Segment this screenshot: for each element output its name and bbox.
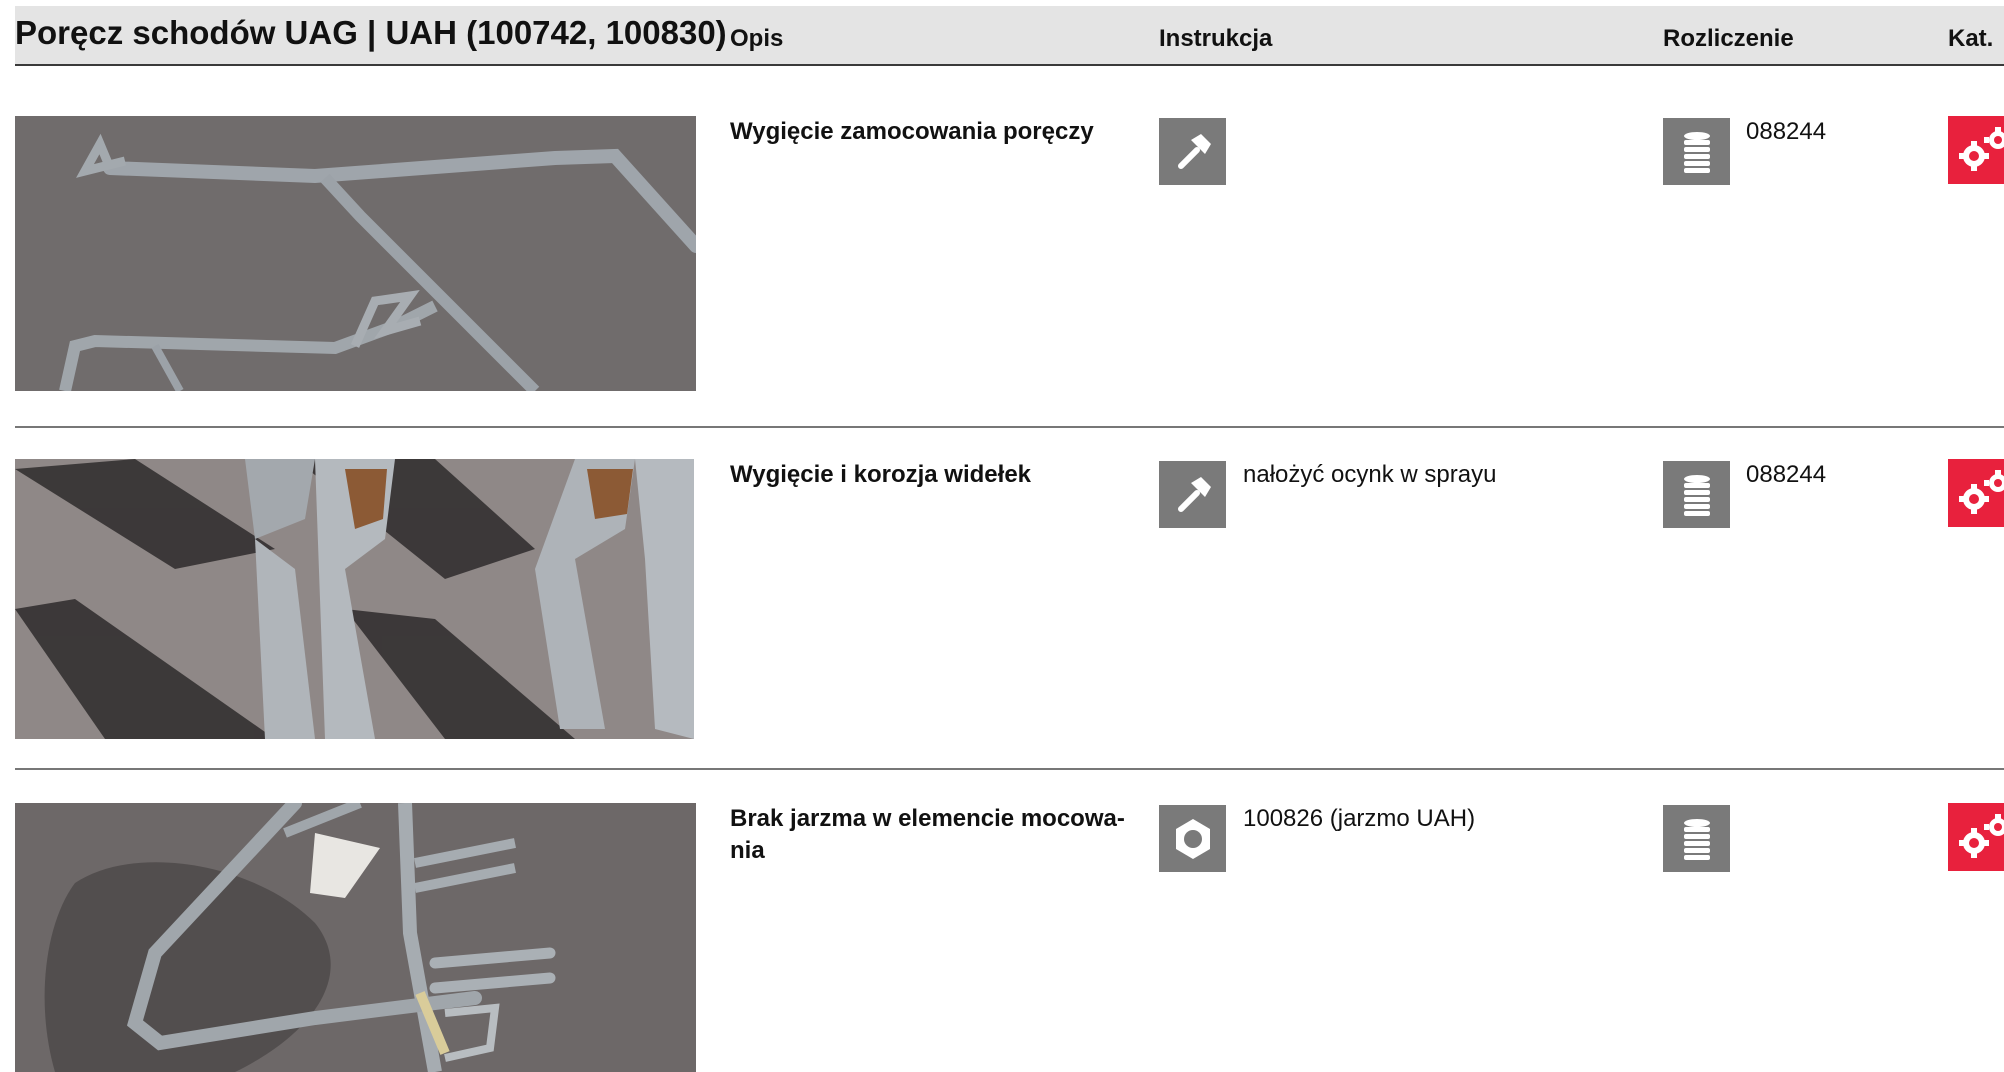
- row-description: Wygięcie i korozja widełek: [730, 461, 1032, 488]
- instruction-text: nałożyć ocynk w sprayu: [1243, 461, 1497, 488]
- column-header-opis: Opis: [730, 25, 784, 52]
- billing-text: 088244: [1746, 118, 1827, 145]
- column-header-instrukcja: Instrukcja: [1159, 25, 1273, 52]
- hex-nut-icon: [1175, 818, 1210, 859]
- billing-icon-box[interactable]: [1663, 118, 1730, 185]
- billing-icon-box[interactable]: [1663, 461, 1730, 528]
- hammer-icon: [1177, 476, 1211, 512]
- row-description: Brak jarzma w elemencie mocowa- nia: [730, 805, 1125, 864]
- instruction-icon-box[interactable]: [1159, 118, 1226, 185]
- hammer-icon: [1177, 133, 1211, 169]
- row-divider: [15, 768, 2004, 770]
- photo-corroded-forks[interactable]: [15, 459, 694, 739]
- page-title: Poręcz schodów UAG | UAH (100742, 100830…: [15, 14, 727, 51]
- billing-text: 088244: [1746, 461, 1827, 488]
- table-row: Brak jarzma w elemencie mocowa- nia 1008…: [15, 803, 2004, 1072]
- instruction-text: 100826 (jarzmo UAH): [1243, 805, 1476, 832]
- photo-missing-yoke[interactable]: [15, 803, 696, 1072]
- coin-stack-icon: [1683, 818, 1710, 860]
- table-row: Wygięcie i korozja widełek nałożyć ocynk…: [15, 459, 2004, 739]
- gears-icon: [1959, 127, 2004, 171]
- coin-stack-icon: [1683, 131, 1710, 173]
- billing-icon-box[interactable]: [1663, 805, 1730, 872]
- row-description: Wygięcie zamocowania poręczy: [730, 118, 1094, 145]
- table-row: Wygięcie zamocowania poręczy 088244: [15, 116, 2004, 396]
- category-icon-box[interactable]: [1948, 116, 2004, 184]
- category-icon-box[interactable]: [1948, 803, 2004, 871]
- category-icon-box[interactable]: [1948, 459, 2004, 527]
- table-header: Poręcz schodów UAG | UAH (100742, 100830…: [15, 6, 2004, 66]
- gears-icon: [1959, 814, 2004, 858]
- instruction-icon-box[interactable]: [1159, 461, 1226, 528]
- gears-icon: [1959, 470, 2004, 514]
- instruction-icon-box[interactable]: [1159, 805, 1226, 872]
- coin-stack-icon: [1683, 474, 1710, 516]
- column-header-kat: Kat.: [1948, 25, 1994, 52]
- row-divider: [15, 426, 2004, 428]
- photo-bent-railing-mount[interactable]: [15, 116, 696, 391]
- column-header-rozliczenie: Rozliczenie: [1663, 25, 1794, 52]
